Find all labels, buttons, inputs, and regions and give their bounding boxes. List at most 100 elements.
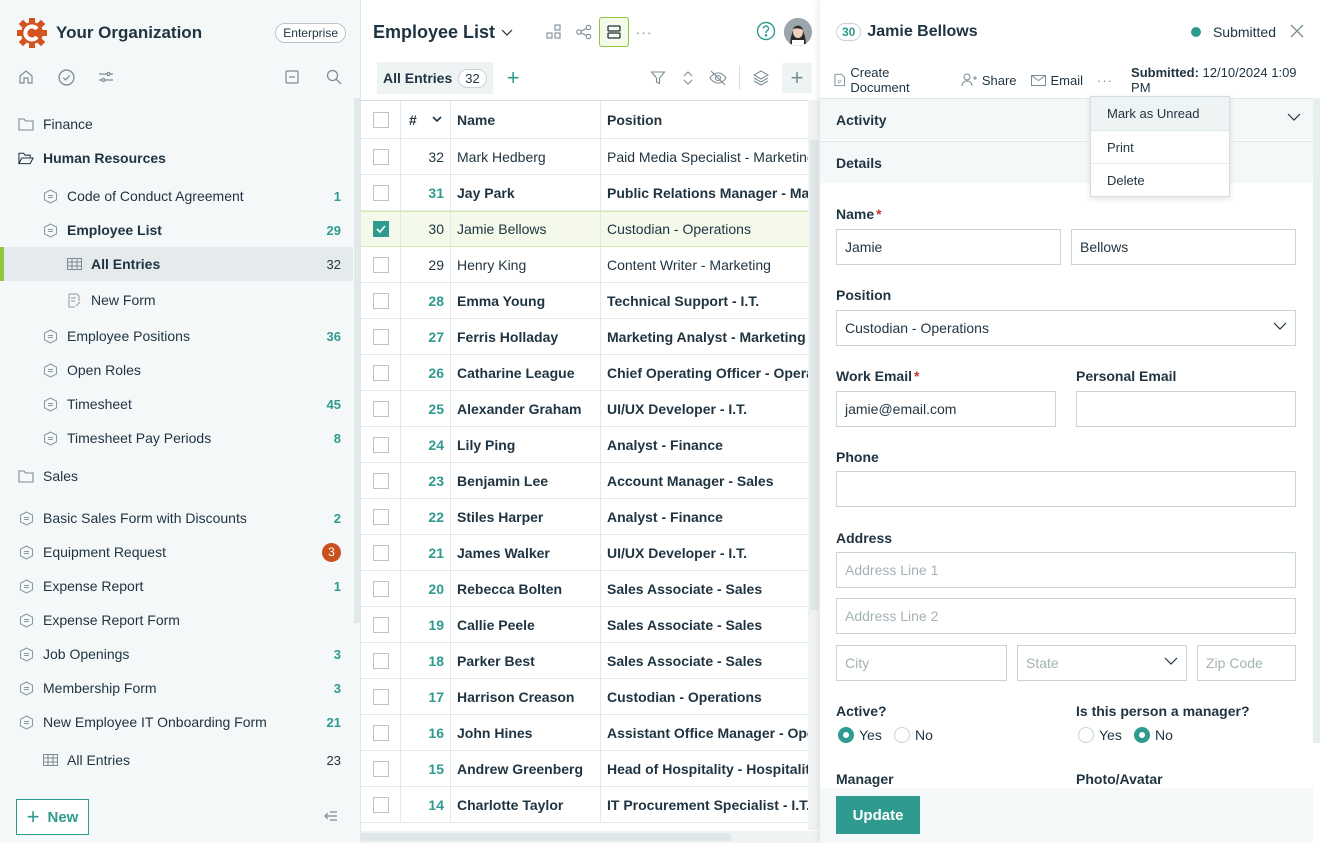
table-row[interactable]: 20 Rebecca Bolten Sales Associate - Sales xyxy=(361,571,808,607)
table-row[interactable]: 24 Lily Ping Analyst - Finance xyxy=(361,427,808,463)
menu-item-print[interactable]: Print xyxy=(1091,130,1229,163)
menu-item-mark-as-unread[interactable]: Mark as Unread xyxy=(1091,97,1229,130)
column-header-name[interactable]: Name xyxy=(451,101,601,138)
help-icon[interactable] xyxy=(756,21,776,44)
sidebar-item-human-resources[interactable]: Human Resources xyxy=(0,141,353,175)
active-yes-radio[interactable]: Yes xyxy=(838,727,882,743)
manager-yes-radio[interactable]: Yes xyxy=(1078,727,1122,743)
state-select[interactable]: State xyxy=(1017,645,1187,681)
table-row[interactable]: 31Jay Park Public Relations Manager - Mar… xyxy=(361,175,808,211)
active-no-radio[interactable]: No xyxy=(894,727,933,743)
check-circle-icon[interactable] xyxy=(56,67,76,87)
table-row[interactable]: 32 Mark Hedberg Paid Media Specialist - Ma… xyxy=(361,139,808,175)
sort-icon[interactable] xyxy=(673,63,703,93)
row-checkbox[interactable] xyxy=(372,724,389,741)
more-options-icon[interactable]: ··· xyxy=(629,17,659,47)
table-row[interactable]: 16 John Hines Assistant Office Manager - O… xyxy=(361,715,808,751)
update-button[interactable]: Update xyxy=(836,796,920,834)
table-row[interactable]: 25 Alexander Graham UI/UX Developer - I.T. xyxy=(361,391,808,427)
share-icon[interactable] xyxy=(569,17,599,47)
user-avatar[interactable] xyxy=(784,18,812,46)
row-checkbox[interactable] xyxy=(372,472,389,489)
status-badge[interactable]: Submitted xyxy=(1213,24,1276,40)
new-button[interactable]: + New xyxy=(16,799,89,835)
table-row[interactable]: 27 Ferris Holladay Marketing Analyst - Mar… xyxy=(361,319,808,355)
sidebar-item-timesheet[interactable]: Timesheet 45 xyxy=(0,387,353,421)
close-icon[interactable] xyxy=(1290,24,1304,41)
sidebar-scrollbar[interactable] xyxy=(354,98,360,623)
zip-code-input[interactable]: Zip Code xyxy=(1197,645,1296,681)
sidebar-item-sales[interactable]: Sales xyxy=(0,459,353,493)
row-checkbox[interactable] xyxy=(372,292,389,309)
manager-no-radio[interactable]: No xyxy=(1134,727,1173,743)
sidebar-item-expense-report[interactable]: Expense Report 1 xyxy=(0,569,353,603)
sidebar-item-expense-report-form[interactable]: Expense Report Form xyxy=(0,603,353,637)
scrollbar-thumb[interactable] xyxy=(810,140,818,610)
layers-icon[interactable] xyxy=(746,63,776,93)
split-view-icon[interactable] xyxy=(599,17,630,47)
sort-desc-icon[interactable] xyxy=(432,116,442,123)
phone-input[interactable] xyxy=(836,471,1296,507)
row-checkbox[interactable] xyxy=(372,184,389,201)
sidebar-item-open-roles[interactable]: Open Roles xyxy=(0,353,353,387)
sidebar-item-job-openings[interactable]: Job Openings 3 xyxy=(0,637,353,671)
table-row[interactable]: 15 Andrew Greenberg Head of Hospitality - … xyxy=(361,751,808,787)
search-icon[interactable] xyxy=(324,67,344,87)
page-title[interactable]: Employee List xyxy=(373,22,495,43)
sidebar-item-basic-sales-form-with-discounts[interactable]: Basic Sales Form with Discounts 2 xyxy=(0,501,353,535)
activity-section[interactable]: Activity xyxy=(820,98,1313,140)
table-row[interactable]: 28 Emma Young Technical Support - I.T. xyxy=(361,283,808,319)
first-name-input[interactable]: Jamie xyxy=(836,229,1061,265)
row-checkbox[interactable] xyxy=(372,616,389,633)
collapse-sidebar-icon[interactable] xyxy=(322,809,338,826)
row-checkbox[interactable] xyxy=(372,508,389,525)
sidebar-item-finance[interactable]: Finance xyxy=(0,107,353,141)
chevron-down-icon[interactable] xyxy=(1287,113,1301,121)
scrollbar-thumb[interactable] xyxy=(361,833,731,841)
column-header-position[interactable]: Position xyxy=(601,101,808,138)
tab-all-entries[interactable]: All Entries 32 xyxy=(377,62,493,94)
column-header-number[interactable]: # xyxy=(401,101,451,138)
sidebar-item-employee-list[interactable]: Employee List 29 xyxy=(0,213,353,247)
sidebar-item-employee-positions[interactable]: Employee Positions 36 xyxy=(0,319,353,353)
collapse-all-icon[interactable] xyxy=(282,67,302,87)
table-row[interactable]: 21 James Walker UI/UX Developer - I.T. xyxy=(361,535,808,571)
city-input[interactable]: City xyxy=(836,645,1007,681)
work-email-input[interactable]: jamie@email.com xyxy=(836,391,1056,427)
table-row[interactable]: 18 Parker Best Sales Associate - Sales xyxy=(361,643,808,679)
table-horizontal-scrollbar[interactable] xyxy=(361,831,820,843)
panel-scrollbar[interactable] xyxy=(1313,98,1320,743)
menu-item-delete[interactable]: Delete xyxy=(1091,163,1229,196)
sidebar-item-new-form[interactable]: New Form xyxy=(0,283,353,317)
table-row[interactable]: 14 Charlotte Taylor IT Procurement Special… xyxy=(361,787,808,823)
sidebar-item-code-of-conduct-agreement[interactable]: Code of Conduct Agreement 1 xyxy=(0,179,353,213)
filter-icon[interactable] xyxy=(643,63,673,93)
table-row[interactable]: 29 Henry King Content Writer - Marketing xyxy=(361,247,808,283)
sidebar-item-equipment-request[interactable]: Equipment Request 3 xyxy=(0,535,353,569)
table-row[interactable]: 23 Benjamin Lee Account Manager - Sales xyxy=(361,463,808,499)
row-checkbox[interactable] xyxy=(372,580,389,597)
select-all-checkbox[interactable] xyxy=(372,111,389,128)
sidebar-item-new-employee-it-onboarding-form[interactable]: New Employee IT Onboarding Form 21 xyxy=(0,705,353,739)
table-row[interactable]: 26 Catharine League Chief Operating Office… xyxy=(361,355,808,391)
row-checkbox[interactable] xyxy=(372,256,389,273)
hide-fields-icon[interactable] xyxy=(703,63,733,93)
table-row[interactable]: 30 Jamie Bellows Custodian - Operations xyxy=(361,211,808,247)
settings-sliders-icon[interactable] xyxy=(96,67,116,87)
row-checkbox[interactable] xyxy=(372,688,389,705)
row-checkbox[interactable] xyxy=(372,652,389,669)
create-document-button[interactable]: P Create Document xyxy=(834,65,947,95)
share-button[interactable]: Share xyxy=(961,73,1017,88)
sidebar-item-membership-form[interactable]: Membership Form 3 xyxy=(0,671,353,705)
row-checkbox[interactable] xyxy=(372,796,389,813)
add-view-button[interactable]: + xyxy=(507,67,520,89)
row-checkbox[interactable] xyxy=(372,221,389,237)
email-button[interactable]: Email xyxy=(1030,73,1083,88)
more-actions-button[interactable]: ··· xyxy=(1097,73,1113,88)
row-checkbox[interactable] xyxy=(372,364,389,381)
last-name-input[interactable]: Bellows xyxy=(1071,229,1296,265)
address-line-1-input[interactable]: Address Line 1 xyxy=(836,552,1296,588)
address-line-2-input[interactable]: Address Line 2 xyxy=(836,598,1296,634)
row-checkbox[interactable] xyxy=(372,544,389,561)
add-column-button[interactable]: + xyxy=(782,63,812,93)
